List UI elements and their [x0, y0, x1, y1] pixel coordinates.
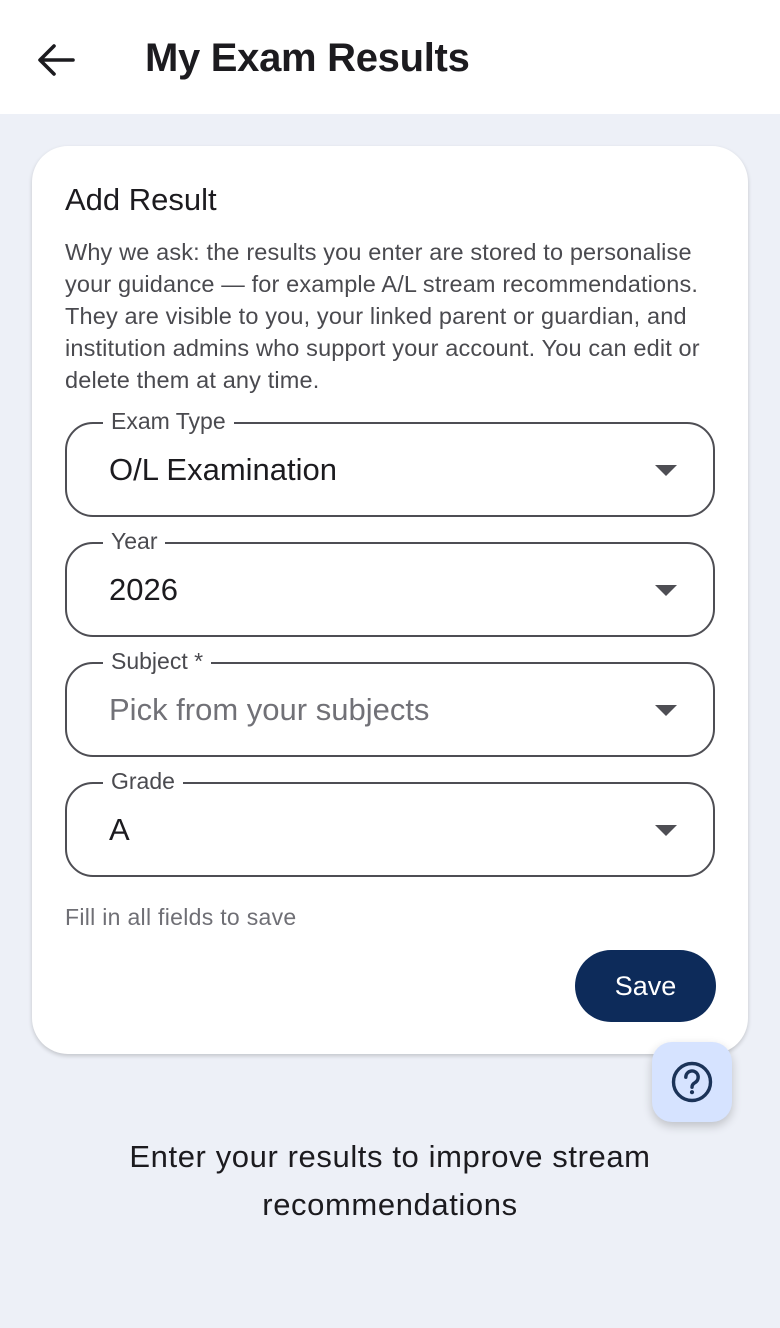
back-button[interactable] — [30, 34, 82, 86]
dropdown-arrow-icon — [655, 465, 677, 476]
year-select[interactable]: Year 2026 — [65, 525, 715, 637]
card-description: Why we ask: the results you enter are st… — [65, 239, 700, 393]
help-button[interactable] — [652, 1042, 732, 1122]
exam-type-label: Exam Type — [103, 405, 234, 437]
grade-label: Grade — [103, 765, 183, 797]
arrow-left-icon — [38, 44, 75, 76]
card-title: Add Result — [65, 182, 217, 217]
footer-message: Enter your results to improve stream rec… — [129, 1139, 651, 1222]
subject-placeholder: Pick from your subjects — [109, 692, 430, 727]
year-label: Year — [103, 525, 166, 557]
dropdown-arrow-icon — [655, 585, 677, 596]
help-circle-icon — [671, 1061, 713, 1103]
dropdown-arrow-icon — [655, 825, 677, 836]
subject-label: Subject * — [103, 645, 212, 677]
app-bar: My Exam Results — [0, 0, 780, 114]
exam-type-select[interactable]: Exam Type O/L Examination — [65, 405, 715, 517]
page-title: My Exam Results — [145, 36, 470, 80]
grade-value: A — [109, 812, 130, 847]
subject-select[interactable]: Subject * Pick from your subjects — [65, 645, 715, 757]
save-button[interactable]: Save — [575, 950, 716, 1022]
helper-text: Fill in all fields to save — [65, 904, 297, 930]
year-value: 2026 — [109, 572, 178, 607]
exam-type-value: O/L Examination — [109, 452, 338, 487]
dropdown-arrow-icon — [655, 705, 677, 716]
add-result-card: Add Result Why we ask: the results you e… — [32, 146, 748, 1054]
grade-select[interactable]: Grade A — [65, 765, 715, 877]
